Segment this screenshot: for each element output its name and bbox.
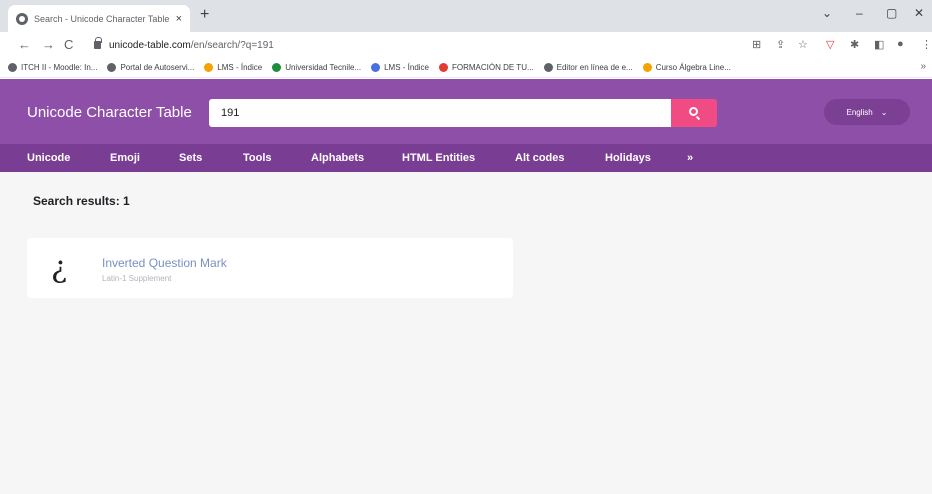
search-input[interactable] [209,99,671,127]
reload-button[interactable]: C [64,37,73,52]
category-nav: Unicode Emoji Sets Tools Alphabets HTML … [0,144,932,172]
tab-close-icon[interactable]: × [176,13,182,25]
bookmark-label: Universidad Tecnile... [285,63,362,72]
share-icon[interactable]: ⇪ [776,38,785,51]
pocket-extension-icon[interactable]: ▽ [826,38,834,51]
address-bar[interactable]: unicode-table.com /en/search/?q=191 [88,35,728,55]
bookmark-favicon-icon [642,63,652,72]
globe-icon [16,12,28,25]
bookmark-item[interactable]: FORMACIÓN DE TU... [439,63,534,72]
lock-icon [94,37,102,49]
close-window-button[interactable]: ✕ [914,6,924,20]
browser-toolbar: ← → C unicode-table.com /en/search/?q=19… [0,32,932,58]
bookmark-item[interactable]: Curso Álgebra Line... [642,63,731,72]
bookmark-label: LMS - Índice [217,63,263,72]
translate-icon[interactable]: ⊞ [752,38,761,51]
bookmarks-overflow-button[interactable]: » [920,61,926,72]
nav-item-html-entities[interactable]: HTML Entities [402,152,475,164]
bookmark-item[interactable]: Editor en línea de e... [543,63,633,72]
nav-item-tools[interactable]: Tools [243,152,272,164]
nav-item-alphabets[interactable]: Alphabets [311,152,364,164]
side-panel-icon[interactable]: ◧ [874,38,884,51]
site-header: Unicode Character Table English ⌄ [0,79,932,144]
main-content: Search results: 1 ¿ Inverted Question Ma… [0,172,932,494]
tab-title: Search - Unicode Character Table [34,13,170,24]
url-path: /en/search/?q=191 [190,39,274,51]
bookmark-label: Editor en línea de e... [556,63,633,72]
url-host: unicode-table.com [109,39,191,51]
bookmark-favicon-icon [204,63,214,72]
bookmark-item[interactable]: Portal de Autoservi... [107,63,194,72]
bookmark-favicon-icon [371,63,381,72]
tab-search-icon[interactable]: ⌄ [822,6,832,20]
nav-item-unicode[interactable]: Unicode [27,152,70,164]
search-button[interactable] [671,99,717,127]
browser-tab[interactable]: Search - Unicode Character Table × [8,5,190,32]
forward-button[interactable]: → [42,37,55,52]
chevron-down-icon: ⌄ [880,107,888,117]
nav-more-button[interactable]: » [687,152,693,164]
minimize-button[interactable]: – [856,6,863,20]
result-character-glyph: ¿ [51,250,68,285]
results-count-heading: Search results: 1 [33,194,130,208]
new-tab-button[interactable]: + [200,6,209,24]
bookmark-item[interactable]: LMS - Índice [371,63,429,72]
nav-item-sets[interactable]: Sets [179,152,202,164]
language-label: English [846,107,873,117]
result-card[interactable]: ¿ Inverted Question Mark Latin-1 Supplem… [27,238,513,298]
bookmark-item[interactable]: Universidad Tecnile... [272,63,361,72]
bookmark-star-icon[interactable]: ☆ [798,38,808,51]
profile-avatar-icon[interactable]: ● [897,38,904,50]
result-block-name: Latin-1 Supplement [102,274,172,283]
language-select[interactable]: English ⌄ [824,99,910,125]
bookmark-label: Portal de Autoservi... [120,63,195,72]
bookmark-favicon-icon [107,63,117,72]
bookmark-label: FORMACIÓN DE TU... [452,63,534,72]
bookmarks-bar: ITCH II - Moodle: In... Portal de Autose… [0,58,932,78]
bookmark-label: ITCH II - Moodle: In... [21,63,98,72]
back-button[interactable]: ← [18,37,31,52]
bookmark-favicon-icon [439,63,448,72]
nav-item-holidays[interactable]: Holidays [605,152,651,164]
nav-item-alt-codes[interactable]: Alt codes [515,152,565,164]
extensions-icon[interactable]: ✱ [850,38,859,51]
bookmark-favicon-icon [272,63,282,72]
bookmark-item[interactable]: LMS - Índice [204,63,262,72]
site-logo-title[interactable]: Unicode Character Table [27,104,192,121]
browser-menu-icon[interactable]: ⋮ [921,38,932,51]
bookmark-favicon-icon [543,63,553,72]
nav-item-emoji[interactable]: Emoji [110,152,140,164]
browser-tabstrip: Search - Unicode Character Table × + ⌄ –… [0,0,932,32]
bookmark-favicon-icon [8,63,17,72]
bookmark-item[interactable]: ITCH II - Moodle: In... [8,63,97,72]
bookmark-label: LMS - Índice [384,63,429,72]
bookmark-label: Curso Álgebra Line... [655,63,731,72]
maximize-button[interactable]: ▢ [886,6,897,20]
result-character-name-link[interactable]: Inverted Question Mark [102,256,227,270]
search-icon [689,107,698,116]
